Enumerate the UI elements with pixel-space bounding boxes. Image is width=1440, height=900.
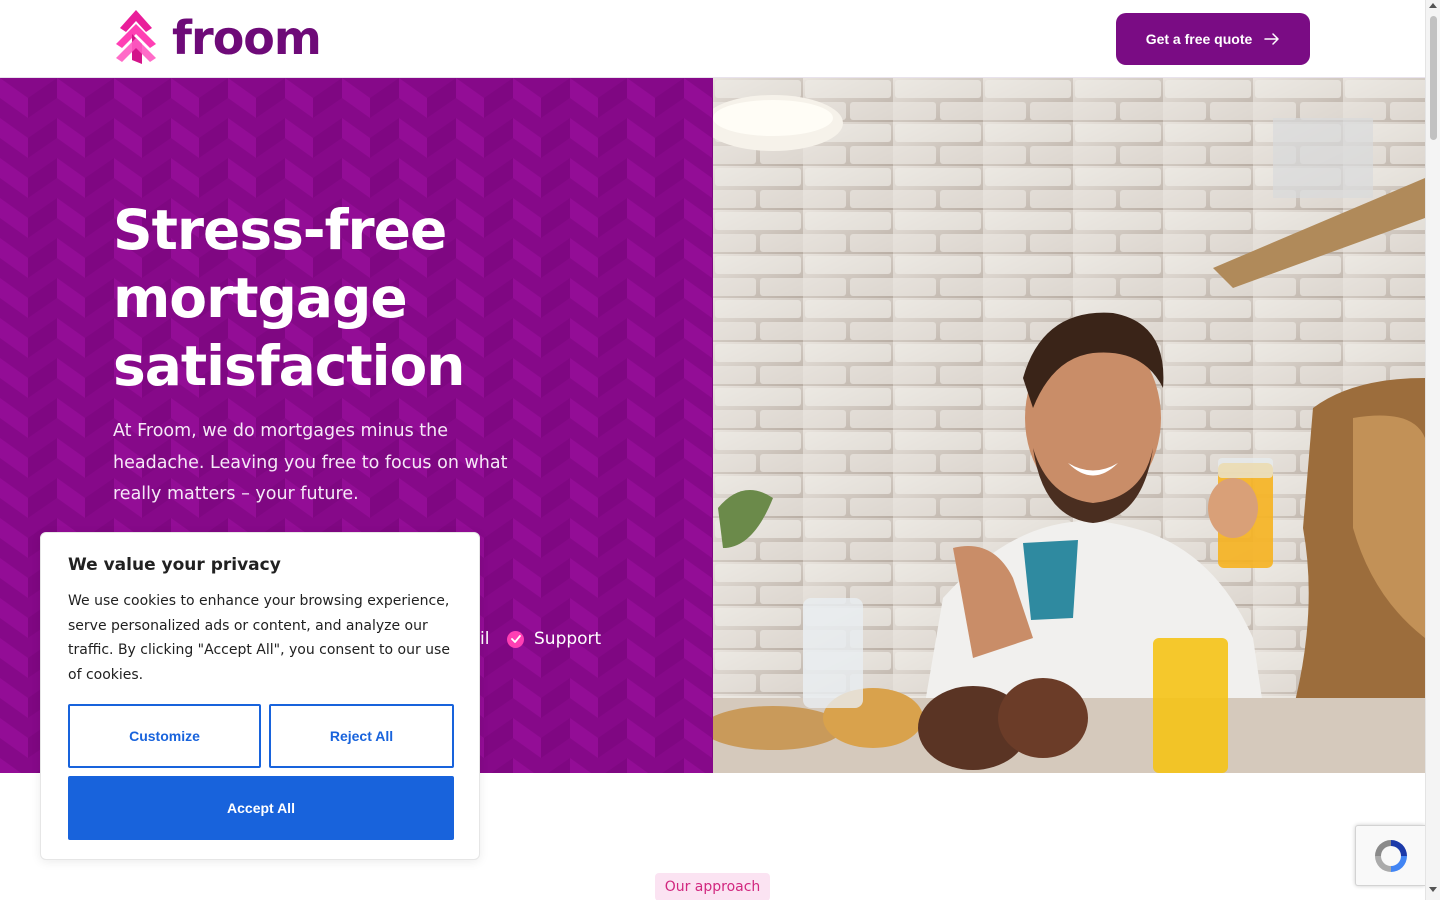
get-free-quote-label: Get a free quote (1145, 31, 1253, 47)
feature-item-partial: il (480, 629, 490, 649)
customize-button[interactable]: Customize (68, 704, 261, 768)
feature-item-support: Support (507, 629, 601, 649)
arrow-chevron-logo-icon (116, 10, 156, 64)
scroll-down-arrow-icon[interactable] (1429, 887, 1437, 892)
feature-label: Support (534, 629, 602, 649)
reject-all-button[interactable]: Reject All (269, 704, 454, 768)
our-approach-badge: Our approach (655, 873, 770, 900)
hero-title: Stress-free mortgage satisfaction (113, 198, 465, 398)
site-header: froom Get a free quote (0, 0, 1425, 78)
recaptcha-icon (1374, 839, 1407, 872)
accept-all-button[interactable]: Accept All (68, 776, 454, 840)
cookie-consent-banner: We value your privacy We use cookies to … (40, 532, 480, 860)
scrollbar-thumb[interactable] (1430, 16, 1437, 140)
logo-wordmark: froom (172, 11, 322, 65)
arrow-right-icon (1264, 33, 1280, 45)
cookie-title: We value your privacy (68, 555, 281, 575)
couple-breakfast-photo (713, 78, 1425, 773)
hero-subtitle: At Froom, we do mortgages minus the head… (113, 421, 508, 504)
cookie-description: We use cookies to enhance your browsing … (68, 593, 450, 683)
scroll-up-arrow-icon[interactable] (1429, 3, 1437, 8)
hero-photo-illustration (713, 78, 1425, 773)
page: froom Get a free quote Stress-free mortg… (0, 0, 1440, 900)
check-circle-icon (507, 630, 524, 648)
logo[interactable]: froom (112, 10, 322, 66)
page-scrollbar[interactable] (1425, 0, 1440, 900)
get-free-quote-button[interactable]: Get a free quote (1116, 13, 1310, 65)
recaptcha-badge[interactable] (1355, 825, 1425, 886)
